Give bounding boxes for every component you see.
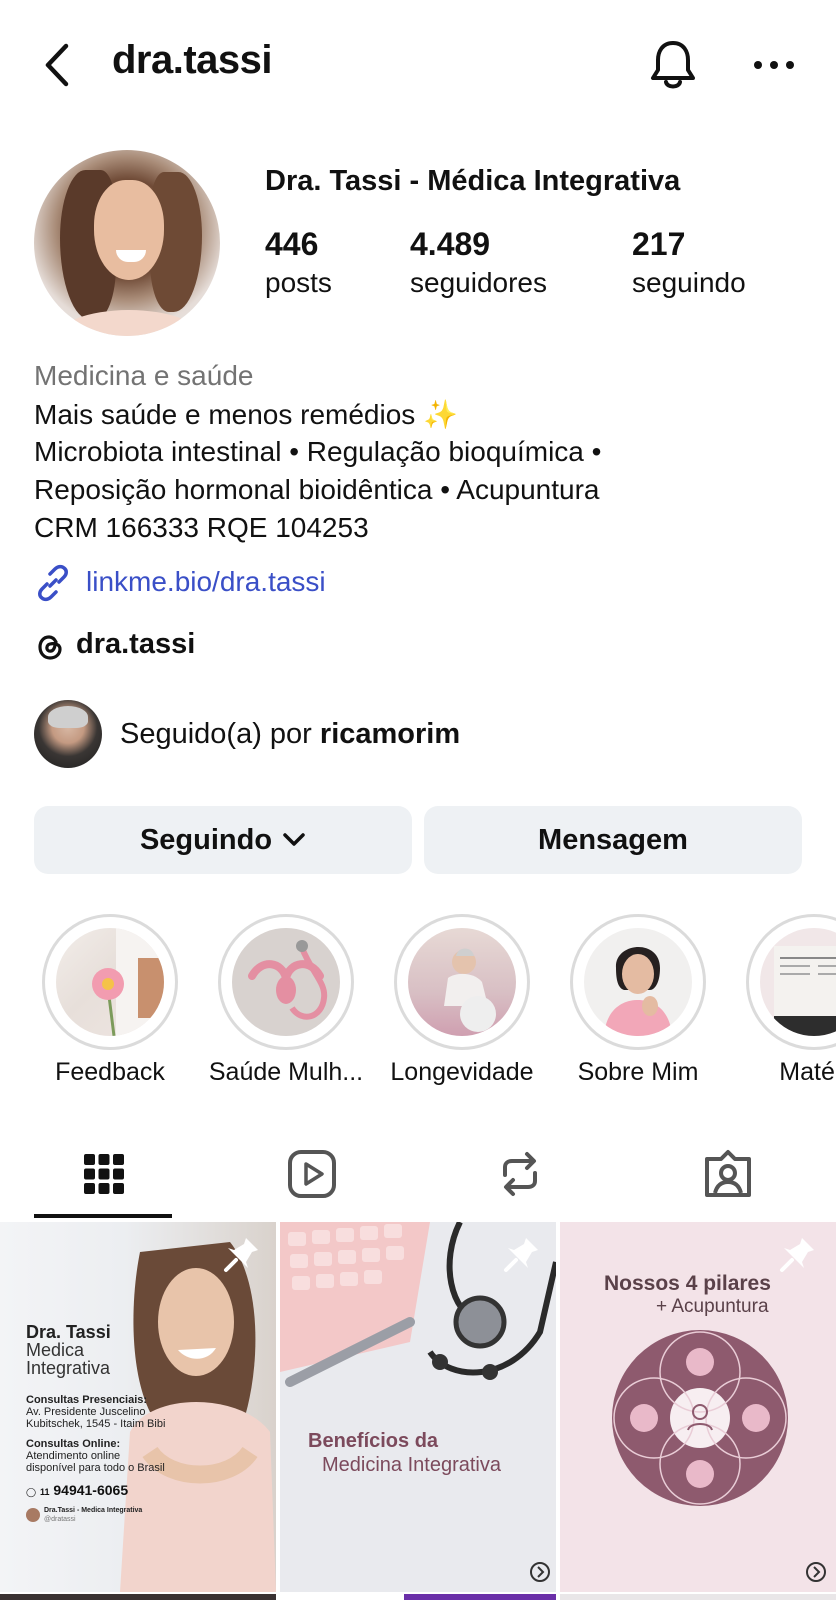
stat-followers-label: seguidores: [410, 267, 547, 298]
highlight-materias[interactable]: Matéri: [744, 914, 836, 1086]
portrait-image: [604, 946, 672, 1036]
more-icon[interactable]: [752, 56, 796, 74]
profile-avatar[interactable]: [34, 150, 220, 336]
post1-subtitle-1: Medica: [26, 1340, 85, 1360]
grid-icon: [84, 1154, 124, 1194]
post1-subtitle: Medica Integrativa: [26, 1341, 110, 1377]
highlight-label: Matéri: [779, 1058, 836, 1086]
top-bar: dra.tassi: [0, 0, 836, 130]
post1-presencial-label: Consultas Presenciais:: [26, 1394, 148, 1406]
following-button-label: Seguindo: [139, 823, 273, 856]
bio-line-4: CRM 166333 RQE 104253: [34, 512, 369, 543]
whatsapp-icon: ◯: [26, 1487, 37, 1497]
threads-icon: [38, 635, 62, 660]
stat-following-value: 217: [632, 226, 686, 262]
stat-posts-value: 446: [265, 226, 319, 262]
bio-link-text[interactable]: linkme.bio/dra.tassi: [86, 566, 326, 598]
post-tile-1[interactable]: Dra. Tassi Medica Integrativa Consultas …: [0, 1222, 276, 1592]
post1-info: Consultas Presenciais: Av. Presidente Ju…: [26, 1394, 176, 1474]
pin-icon: [224, 1238, 258, 1272]
message-button[interactable]: Mensagem: [424, 806, 802, 874]
post1-account-name: Dra.Tassi - Medica Integrativa: [44, 1507, 143, 1514]
post1-presencial-addr1: Av. Presidente Juscelino: [26, 1406, 146, 1418]
profile-category: Medicina e saúde: [34, 360, 254, 391]
post1-account-handle: @dratassi: [44, 1516, 76, 1523]
stat-posts-label: posts: [265, 267, 332, 298]
highlight-label: Longevidade: [390, 1058, 534, 1086]
post1-online-label: Consultas Online:: [26, 1438, 121, 1450]
bio-line-2: Microbiota intestinal • Regulação bioquí…: [34, 436, 602, 467]
post-tile-2[interactable]: Benefícios da Medicina Integrativa: [280, 1222, 556, 1592]
highlight-label: Saúde Mulh...: [208, 1058, 364, 1086]
carousel-icon: [530, 1562, 550, 1582]
threads-handle: dra.tassi: [76, 628, 196, 660]
post2-title-2: Medicina Integrativa: [322, 1454, 501, 1476]
bio-line-3: Reposição hormonal bioidêntica • Acupunt…: [34, 474, 600, 505]
tab-tagged[interactable]: [660, 1130, 796, 1218]
keyboard-stethoscope-photo: [280, 1222, 556, 1387]
following-button[interactable]: Seguindo: [34, 806, 412, 874]
sparkles-emoji: ✨: [423, 399, 458, 430]
post1-account-avatar: [26, 1508, 40, 1522]
followed-by-prefix: Seguido(a) por: [120, 718, 320, 750]
next-row-preview: [0, 1594, 276, 1600]
tab-reels[interactable]: [244, 1130, 380, 1218]
woman-exercising-image: [444, 948, 496, 1032]
chevron-down-icon: [283, 833, 305, 846]
highlight-longevidade[interactable]: Longevidade: [390, 914, 534, 1086]
bio-line-1: Mais saúde e menos remédios ✨: [34, 398, 458, 431]
post1-online-line1: Atendimento online: [26, 1450, 121, 1462]
message-button-label: Mensagem: [538, 823, 688, 856]
post1-phone-prefix: 11: [39, 1487, 50, 1497]
post1-presencial-addr2: Kubitschek, 1545 - Itaim Bibi: [26, 1418, 166, 1430]
stat-posts[interactable]: 446 posts: [265, 226, 332, 299]
post1-online-line2: disponível para todo o Brasil: [26, 1462, 165, 1474]
bell-icon[interactable]: [648, 38, 698, 92]
highlight-label: Feedback: [55, 1058, 165, 1086]
post1-phone: 94941-6065: [53, 1482, 129, 1498]
back-icon[interactable]: [40, 40, 74, 90]
post1-phone-row: ◯ 11 94941-6065: [26, 1482, 128, 1498]
followed-by-user: ricamorim: [319, 718, 461, 750]
stethoscope-image: [248, 940, 328, 1020]
tagged-icon: [705, 1150, 751, 1197]
stat-followers-value: 4.489: [410, 226, 491, 262]
highlight-feedback[interactable]: Feedback: [40, 914, 180, 1086]
highlight-saude-mulher[interactable]: Saúde Mulh...: [209, 914, 363, 1086]
post1-account: Dra.Tassi - Medica Integrativa @dratassi: [44, 1506, 142, 1524]
highlight-label: Sobre Mim: [577, 1058, 699, 1086]
reels-icon: [288, 1150, 336, 1198]
stat-following-label: seguindo: [632, 267, 746, 298]
post-tile-3[interactable]: Nossos 4 pilares + Acupuntura: [560, 1222, 836, 1592]
active-tab-indicator: [34, 1214, 172, 1218]
post1-subtitle-2: Integrativa: [26, 1358, 111, 1378]
post2-title-1: Benefícios da: [308, 1430, 439, 1452]
pillars-diagram: [612, 1330, 788, 1506]
carousel-icon: [806, 1562, 826, 1582]
tab-grid[interactable]: [36, 1130, 172, 1218]
reposts-icon: [503, 1152, 537, 1196]
stat-followers[interactable]: 4.489 seguidores: [410, 226, 547, 299]
follower-avatar[interactable]: [34, 700, 102, 768]
followed-by-text[interactable]: Seguido(a) por ricamorim: [120, 718, 460, 751]
pin-icon: [504, 1238, 538, 1272]
bio-line-1-text: Mais saúde e menos remédios: [34, 399, 416, 430]
posts-grid: Dra. Tassi Medica Integrativa Consultas …: [0, 1222, 836, 1600]
profile-username-title: dra.tassi: [112, 38, 273, 82]
profile-tabs: [0, 1130, 836, 1220]
tab-reposts[interactable]: [452, 1130, 588, 1218]
next-row-preview: [560, 1594, 836, 1600]
flower-image: [92, 928, 164, 1036]
newspaper-image: [774, 946, 836, 1036]
next-row-preview: [280, 1594, 556, 1600]
link-icon: [38, 564, 68, 602]
stat-following[interactable]: 217 seguindo: [632, 226, 746, 299]
display-name: Dra. Tassi - Médica Integrativa: [265, 165, 681, 197]
highlight-sobre-mim[interactable]: Sobre Mim: [568, 914, 708, 1086]
